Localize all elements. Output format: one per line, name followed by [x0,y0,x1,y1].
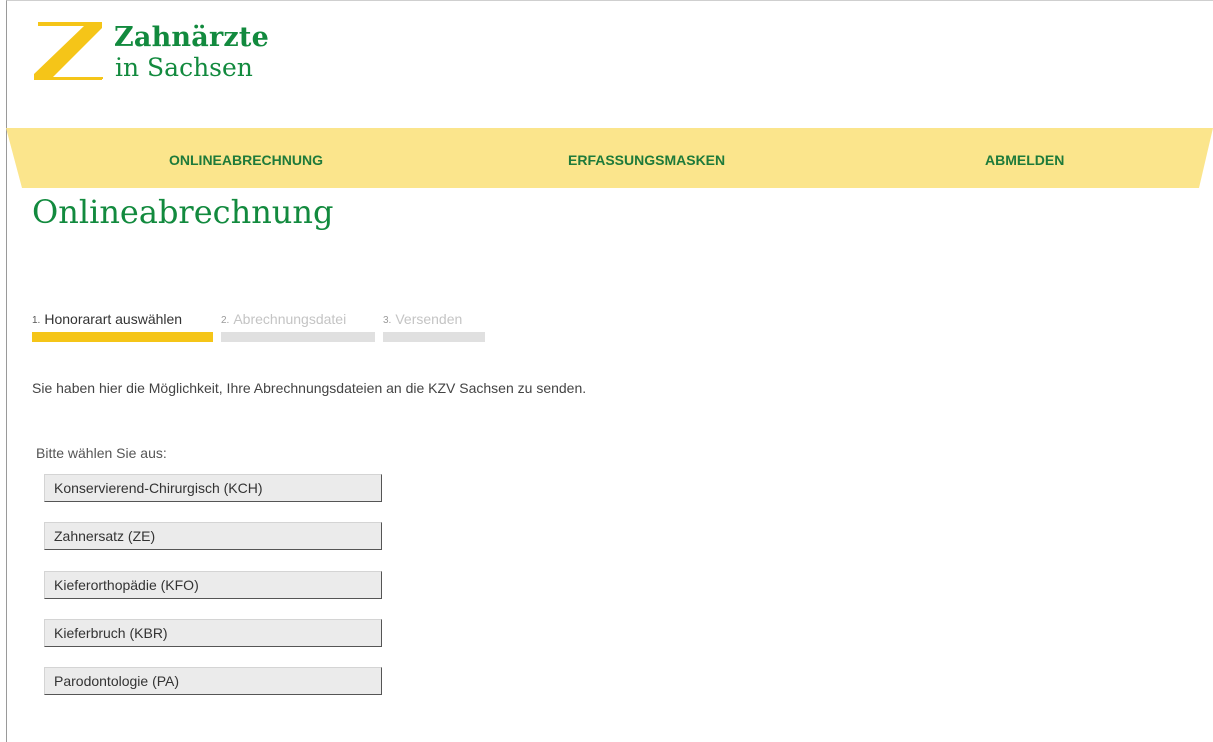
option-kbr-button[interactable]: Kieferbruch (KBR) [44,619,382,647]
main-navigation: ONLINEABRECHNUNG ERFASSUNGSMASKEN ABMELD… [6,128,1213,188]
page-title: Onlineabrechnung [32,193,334,231]
step-number: 3. [383,315,392,326]
site-logo[interactable]: Zahnärzte in Sachsen [30,22,280,92]
step-label: Versenden [395,311,463,327]
logo-subtitle: in Sachsen [115,53,253,82]
intro-text: Sie haben hier die Möglichkeit, Ihre Abr… [32,380,587,396]
option-pa-button[interactable]: Parodontologie (PA) [44,667,382,695]
step-label: Honorarart auswählen [44,311,183,327]
z-logo-icon [34,22,103,80]
logo-title: Zahnärzte [114,22,269,53]
option-kch-button[interactable]: Konservierend-Chirurgisch (KCH) [44,474,382,502]
step-progress-bar [383,332,485,342]
wizard-steps: 1. Honorarart auswählen 2. Abrechnungsdate… [32,311,492,345]
nav-abmelden[interactable]: ABMELDEN [985,152,1064,168]
step-honorarart: 1. Honorarart auswählen [32,311,213,345]
option-ze-button[interactable]: Zahnersatz (ZE) [44,522,382,550]
nav-onlineabrechnung[interactable]: ONLINEABRECHNUNG [169,152,323,168]
nav-erfassungsmasken[interactable]: ERFASSUNGSMASKEN [568,152,725,168]
step-progress-bar [221,332,375,342]
step-number: 2. [221,315,230,326]
step-abrechnungsdatei: 2. Abrechnungsdatei [221,311,375,345]
step-progress-bar [32,332,213,342]
step-label: Abrechnungsdatei [233,311,347,327]
step-versenden: 3. Versenden [383,311,485,345]
step-number: 1. [32,315,41,326]
choose-label: Bitte wählen Sie aus: [36,445,167,461]
option-kfo-button[interactable]: Kieferorthopädie (KFO) [44,571,382,599]
